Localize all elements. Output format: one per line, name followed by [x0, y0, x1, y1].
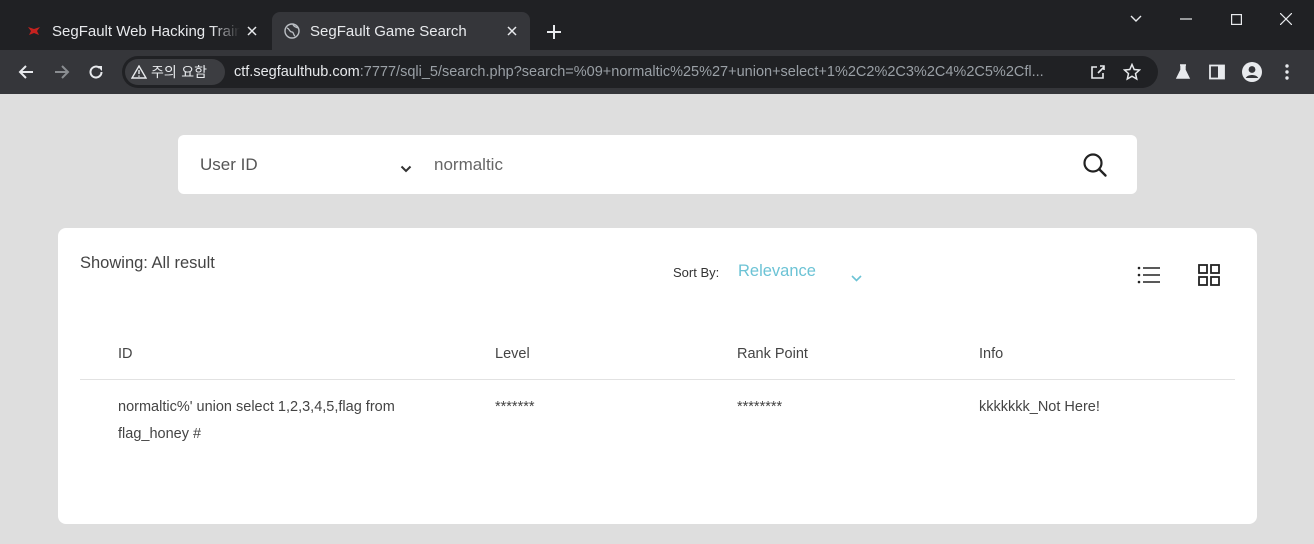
search-input[interactable] [434, 147, 1054, 182]
search-category-value: User ID [200, 154, 258, 174]
share-icon[interactable] [1086, 60, 1110, 84]
close-tab-icon[interactable] [500, 19, 524, 43]
security-chip-label: 주의 요함 [151, 65, 207, 81]
tab-search-chevron-icon[interactable] [1116, 4, 1156, 34]
url-text[interactable]: ctf.segfaulthub.com:7777/sqli_5/search.p… [234, 56, 1084, 88]
cell-id-line1: normaltic%' union select 1,2,3,4,5,flag … [118, 399, 395, 415]
results-panel: Showing: All result Sort By: Relevance I… [58, 228, 1257, 524]
column-header-info: Info [979, 346, 1004, 362]
search-category-select[interactable]: User ID [200, 135, 420, 194]
minimize-button[interactable] [1166, 4, 1206, 34]
cell-id: normaltic%' union select 1,2,3,4,5,flag … [118, 394, 395, 448]
results-table-header: ID Level Rank Point Info [80, 332, 1235, 380]
page-content: User ID Showing: All result Sort By: Rel… [3, 94, 1311, 542]
column-header-level: Level [495, 346, 530, 362]
sort-select[interactable]: Relevance [738, 262, 816, 281]
grid-view-icon[interactable] [1196, 262, 1222, 288]
browser-toolbar: 주의 요함 ctf.segfaulthub.com:7777/sqli_5/se… [0, 50, 1314, 94]
chevron-down-icon [400, 158, 412, 178]
browser-tab-bar: SegFault Web Hacking Training SegFault G… [0, 0, 1314, 50]
labs-flask-icon[interactable] [1170, 59, 1196, 85]
tab-segfault-training[interactable]: SegFault Web Hacking Training [14, 12, 270, 50]
close-window-button[interactable] [1266, 4, 1306, 34]
profile-avatar-icon[interactable] [1239, 59, 1265, 85]
globe-icon [284, 23, 300, 39]
back-arrow-icon[interactable] [12, 58, 40, 86]
close-tab-icon[interactable] [240, 19, 264, 43]
url-host: ctf.segfaulthub.com [234, 64, 360, 80]
search-icon[interactable] [1082, 152, 1110, 180]
more-menu-icon[interactable] [1274, 59, 1300, 85]
security-warning-chip[interactable]: 주의 요함 [125, 59, 225, 85]
url-path: :7777/sqli_5/search.php?search=%09+norma… [359, 64, 1044, 80]
address-bar[interactable]: 주의 요함 ctf.segfaulthub.com:7777/sqli_5/se… [122, 56, 1158, 88]
cell-level: ******* [495, 399, 535, 415]
tab-game-search[interactable]: SegFault Game Search [272, 12, 530, 50]
showing-label: Showing: All result [80, 254, 215, 272]
column-header-rank-point: Rank Point [737, 346, 808, 362]
new-tab-button[interactable] [540, 18, 568, 46]
cell-rank-point: ******** [737, 399, 783, 415]
column-header-id: ID [118, 346, 133, 362]
reload-icon[interactable] [82, 58, 110, 86]
bookmark-star-icon[interactable] [1120, 60, 1144, 84]
tab-title: SegFault Game Search [310, 22, 467, 40]
segfault-favicon-icon [26, 23, 42, 39]
sort-chevron-down-icon[interactable] [851, 267, 862, 286]
search-bar: User ID [178, 135, 1137, 194]
tab-title: SegFault Web Hacking Training [52, 22, 240, 40]
table-row: normaltic%' union select 1,2,3,4,5,flag … [80, 381, 1235, 451]
cell-id-line2: flag_honey # [118, 426, 202, 442]
list-view-icon[interactable] [1136, 262, 1162, 288]
forward-arrow-icon[interactable] [48, 58, 76, 86]
side-panel-icon[interactable] [1204, 59, 1230, 85]
maximize-button[interactable] [1216, 4, 1256, 34]
cell-info: kkkkkkk_Not Here! [979, 399, 1100, 415]
warning-triangle-icon [131, 65, 147, 79]
sort-by-label: Sort By: [673, 265, 720, 280]
